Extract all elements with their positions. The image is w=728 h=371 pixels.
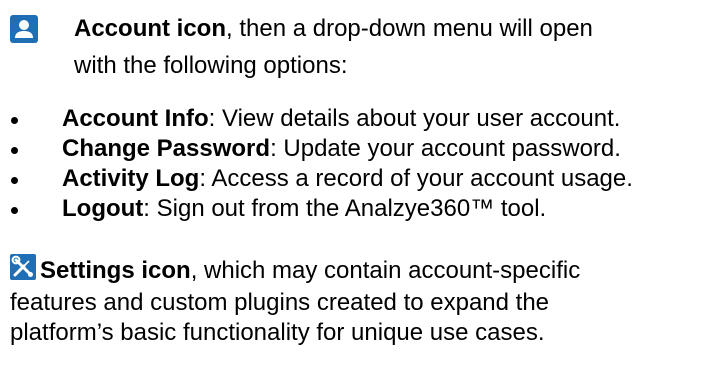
account-icon	[10, 15, 54, 51]
settings-text-1: , which may contain account-specific	[190, 257, 581, 284]
option-description: : Update your account password.	[270, 135, 621, 162]
list-item: Change Password: Update your account pas…	[0, 134, 633, 164]
list-item: Account Info: View details about your us…	[0, 104, 633, 134]
bullet	[11, 147, 18, 154]
settings-line-3: platform’s basic functionality for uniqu…	[10, 319, 545, 346]
account-icon-paragraph: Account icon, then a drop-down menu will…	[10, 14, 593, 81]
option-label: Logout	[62, 195, 144, 222]
bullet	[11, 207, 18, 214]
settings-line-1: Settings icon, which may contain account…	[10, 254, 725, 288]
bullet	[11, 177, 18, 184]
list-item: Activity Log: Access a record of your ac…	[0, 164, 633, 194]
option-description: : Access a record of your account usage.	[199, 165, 633, 192]
option-label: Activity Log	[62, 165, 200, 192]
account-title: Account icon	[74, 15, 227, 42]
account-text-1: , then a drop-down menu will open	[226, 15, 593, 42]
settings-icon-paragraph: Settings icon, which may contain account…	[10, 254, 725, 348]
settings-title: Settings icon	[40, 257, 191, 284]
list-item: Logout: Sign out from the Analzye360™ to…	[0, 194, 633, 224]
option-description: : View details about your user account.	[208, 105, 621, 132]
account-line-1: Account icon, then a drop-down menu will…	[74, 14, 593, 44]
option-label: Account Info	[62, 105, 209, 132]
option-label: Change Password	[62, 135, 271, 162]
account-options-list: Account Info: View details about your us…	[0, 104, 633, 224]
account-line-2: with the following options:	[74, 52, 348, 79]
settings-line-2: features and custom plugins created to e…	[10, 289, 550, 316]
settings-icon	[10, 254, 36, 288]
option-description: : Sign out from the Analzye360™ tool.	[143, 195, 547, 222]
help-document: Account icon, then a drop-down menu will…	[0, 0, 728, 371]
bullet	[11, 117, 18, 124]
